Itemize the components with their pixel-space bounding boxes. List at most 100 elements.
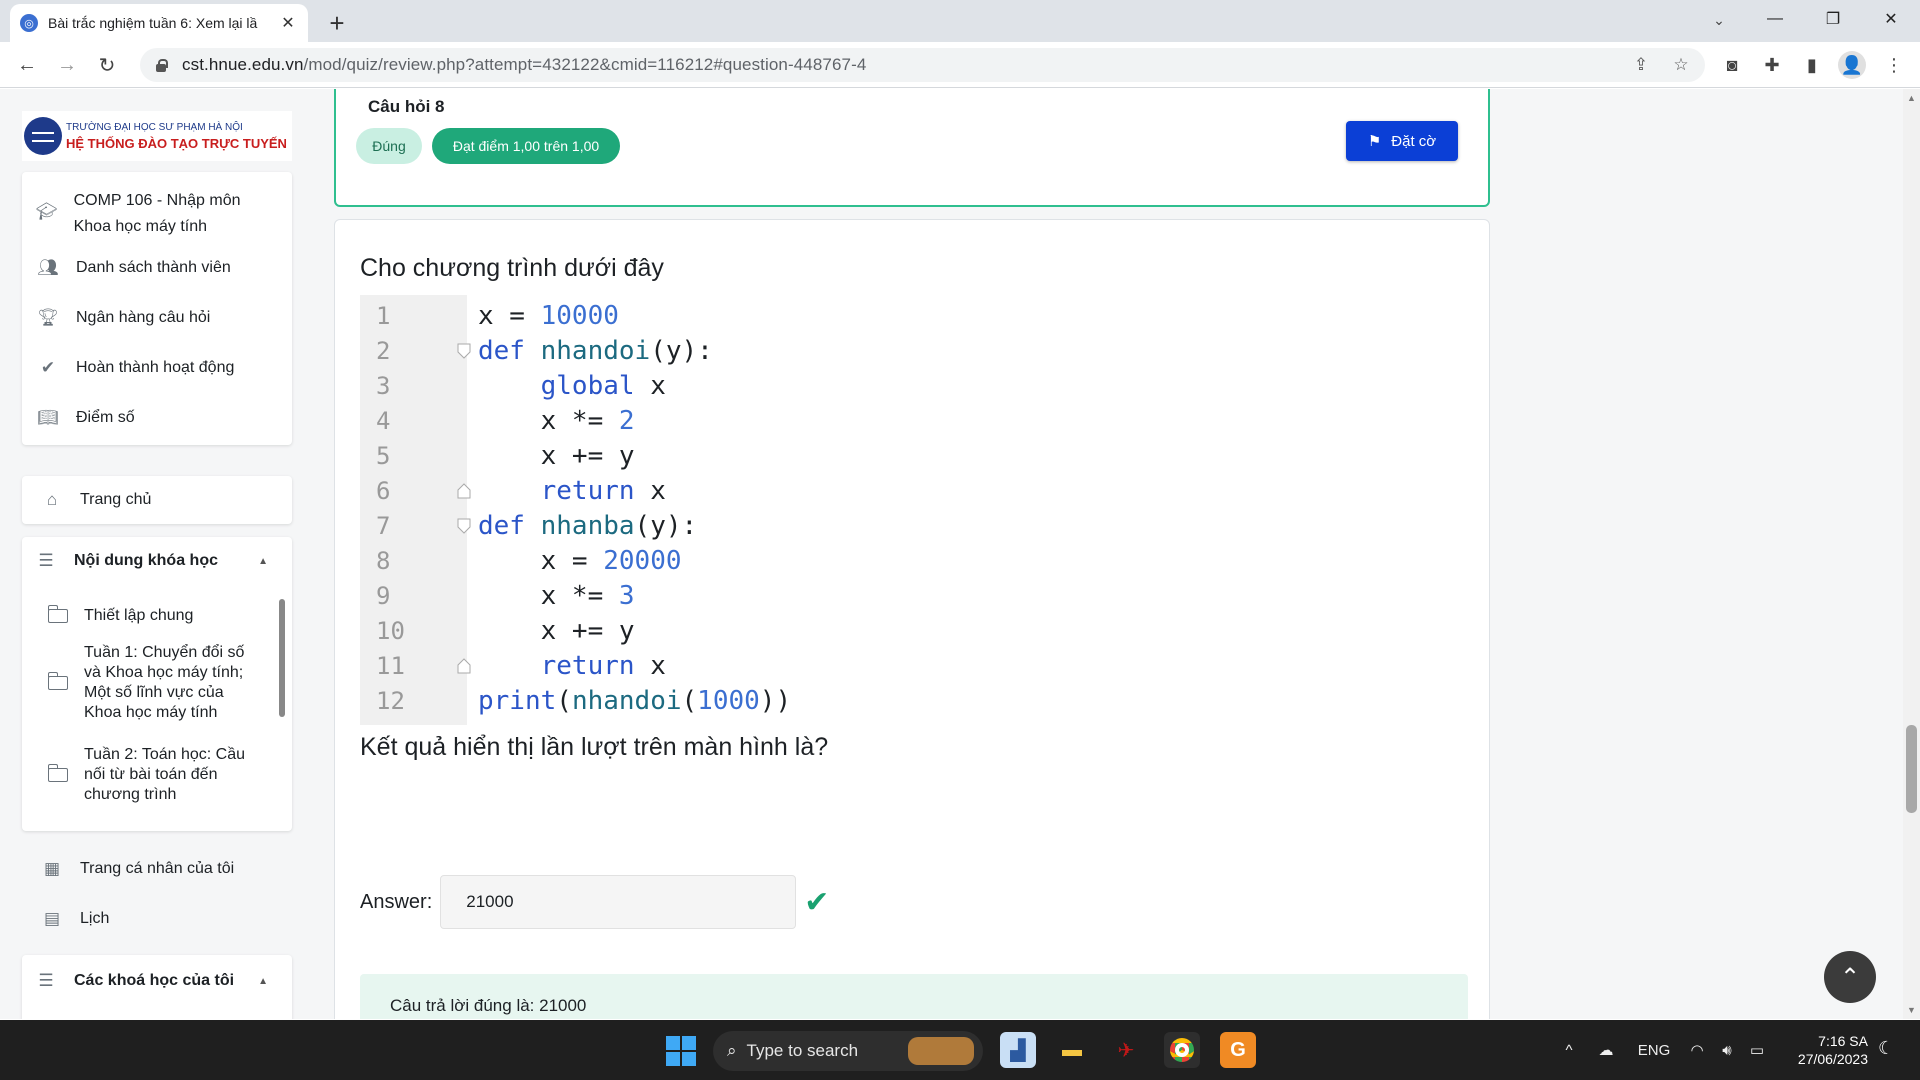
page-scrollbar[interactable]: ▲ ▼ (1903, 89, 1920, 1019)
home-card: ⌂ Trang chủ (22, 476, 292, 524)
scrollbar-thumb[interactable] (1906, 725, 1917, 813)
question-intro: Cho chương trình dưới đây (360, 254, 664, 282)
back-icon[interactable]: ← (12, 50, 42, 80)
my-courses-toggle[interactable]: ☰ Các khoá học của tôi ▲ (34, 971, 290, 991)
url-path: /mod/quiz/review.php?attempt=432122&cmid… (303, 55, 867, 74)
fold-open-icon[interactable] (457, 518, 471, 534)
windows-start-icon[interactable] (666, 1036, 696, 1066)
notifications-icon[interactable]: ☾ (1878, 1038, 1894, 1059)
correct-check-icon: ✔ (804, 885, 830, 919)
taskbar-search[interactable]: ⌕ Type to search (713, 1031, 983, 1071)
system-tray: ^ ☁ ENG ◠ 🔊︎ ▭ (1552, 1020, 1772, 1080)
trophy-icon: 🏆︎ (37, 308, 59, 327)
university-seal-icon (24, 117, 62, 155)
status-badge: Đúng (356, 128, 422, 164)
close-window-button[interactable]: ✕ (1862, 0, 1920, 38)
code-text: print(nhandoi(1000)) (478, 686, 792, 716)
forward-icon[interactable]: → (52, 50, 82, 80)
fold-end-icon (457, 483, 471, 499)
flag-question-label: Đặt cờ (1391, 132, 1437, 150)
tab-search-chevron-icon[interactable]: ⌄ (1700, 6, 1738, 34)
my-courses-card: ☰ Các khoá học của tôi ▲ (22, 955, 292, 1019)
tray-chevron-icon[interactable]: ^ (1552, 1042, 1586, 1059)
flag-icon: ⚑ (1367, 133, 1382, 150)
right-answer-feedback: Câu trả lời đúng là: 21000 (360, 974, 1468, 1019)
wifi-icon[interactable]: ◠ (1682, 1041, 1712, 1059)
nav-completion[interactable]: ✔ Hoàn thành hoạt động (36, 358, 234, 378)
section-week-1[interactable]: Tuần 1: Chuyển đổi số và Khoa học máy tí… (47, 643, 268, 723)
taskbar-search-placeholder: Type to search (746, 1041, 859, 1060)
windows-taskbar: ⌕ Type to search ▟ ▬ ✈ G ^ ☁ ENG ◠ 🔊︎ ▭ … (0, 1020, 1920, 1080)
chrome-icon[interactable] (1164, 1032, 1200, 1068)
caret-up-icon: ▲ (258, 975, 268, 987)
fold-open-icon[interactable] (457, 343, 471, 359)
extensions-puzzle-icon[interactable]: ✚ (1758, 51, 1786, 79)
question-info-card: Câu hỏi 8 Đúng Đạt điểm 1,00 trên 1,00 ⚑… (334, 89, 1490, 207)
fold-end-icon (457, 658, 471, 674)
clock[interactable]: 7:16 SA 27/06/2023 (1780, 1032, 1868, 1068)
section-general[interactable]: Thiết lập chung (47, 605, 193, 625)
file-explorer-icon[interactable]: ▬ (1054, 1032, 1090, 1068)
nav-home[interactable]: ⌂ Trang chủ (40, 490, 152, 510)
answer-field[interactable]: 21000 (440, 875, 797, 929)
minimize-button[interactable]: — (1746, 0, 1804, 38)
nav-question-bank[interactable]: 🏆︎ Ngân hàng câu hỏi (36, 308, 210, 328)
course-content-card: ☰ Nội dung khóa học ▲ Thiết lập chung Tu… (22, 537, 292, 831)
screenshot-camera-icon[interactable]: ◙ (1718, 51, 1746, 79)
nav-participants-label: Danh sách thành viên (76, 259, 231, 276)
logo-system-name: HỆ THỐNG ĐÀO TẠO TRỰC TUYẾN (66, 135, 287, 151)
nav-calendar[interactable]: ▤ Lịch (40, 909, 109, 929)
flag-question-button[interactable]: ⚑ Đặt cờ (1346, 121, 1458, 161)
scroll-down-arrow-icon[interactable]: ▼ (1907, 1005, 1916, 1015)
book-icon: 📖︎ (37, 408, 59, 427)
close-tab-icon[interactable]: ✕ (278, 13, 298, 33)
onedrive-icon[interactable]: ☁ (1586, 1041, 1626, 1059)
section-week-1-label: Tuần 1: Chuyển đổi số và Khoa học máy tí… (84, 644, 245, 721)
answer-label: Answer: (360, 890, 433, 913)
share-icon[interactable]: ⇪ (1630, 54, 1652, 76)
section-week-2[interactable]: Tuần 2: Toán học: Cầu nối từ bài toán đế… (47, 745, 268, 805)
nav-course-home[interactable]: 🎓︎ COMP 106 - Nhập môn Khoa học máy tính (36, 188, 276, 240)
back-to-top-button[interactable]: ⌃ (1824, 951, 1876, 1003)
browser-tab[interactable]: ◎ Bài trắc nghiệm tuần 6: Xem lại lầ ✕ (10, 4, 308, 42)
users-icon: 👥︎ (37, 258, 59, 277)
dashboard-icon: ▦ (43, 859, 61, 878)
left-drawer: TRƯỜNG ĐẠI HỌC SƯ PHẠM HÀ NỘI HỆ THỐNG Đ… (0, 89, 313, 1019)
nav-dashboard-label: Trang cá nhân của tôi (80, 860, 235, 877)
restore-button[interactable]: ❐ (1804, 0, 1862, 38)
profile-avatar-icon[interactable]: 👤 (1838, 51, 1866, 79)
address-bar[interactable]: cst.hnue.edu.vn/mod/quiz/review.php?atte… (140, 48, 1705, 82)
folder-icon (47, 672, 68, 690)
site-logo[interactable]: TRƯỜNG ĐẠI HỌC SƯ PHẠM HÀ NỘI HỆ THỐNG Đ… (22, 111, 292, 161)
nav-participants[interactable]: 👥︎ Danh sách thành viên (36, 258, 231, 278)
logo-university-name: TRƯỜNG ĐẠI HỌC SƯ PHẠM HÀ NỘI (66, 121, 243, 133)
course-nav-card: 🎓︎ COMP 106 - Nhập môn Khoa học máy tính… (22, 172, 292, 445)
folder-icon (47, 764, 68, 782)
scroll-up-arrow-icon[interactable]: ▲ (1907, 93, 1916, 103)
course-content-toggle[interactable]: ☰ Nội dung khóa học ▲ (34, 551, 290, 571)
code-block: 1x = 10000 2 def nhandoi(y): 3 global x4 x … (360, 295, 960, 725)
battery-icon[interactable]: ▭ (1742, 1041, 1772, 1059)
nav-grades[interactable]: 📖︎ Điểm số (36, 408, 134, 428)
answer-row: Answer: 21000 ✔ (360, 875, 829, 929)
reload-icon[interactable]: ↻ (92, 50, 122, 80)
nav-question-bank-label: Ngân hàng câu hỏi (76, 309, 211, 326)
search-highlight-image-icon (908, 1037, 975, 1065)
browser-tabbar: ◎ Bài trắc nghiệm tuần 6: Xem lại lầ ✕ +… (0, 0, 1920, 42)
volume-icon[interactable]: 🔊︎ (1712, 1042, 1742, 1059)
nav-home-label: Trang chủ (80, 491, 152, 508)
new-tab-button[interactable]: + (322, 8, 352, 38)
nav-dashboard[interactable]: ▦ Trang cá nhân của tôi (40, 859, 234, 879)
language-indicator[interactable]: ENG (1626, 1042, 1682, 1059)
clock-date: 27/06/2023 (1797, 1051, 1868, 1067)
course-content-scrollbar[interactable] (279, 599, 285, 717)
grade-badge: Đạt điểm 1,00 trên 1,00 (432, 128, 620, 164)
browser-menu-icon[interactable]: ⋮ (1880, 51, 1908, 79)
section-week-2-label: Tuần 2: Toán học: Cầu nối từ bài toán đế… (84, 746, 245, 803)
pdf-app-icon[interactable]: G (1220, 1032, 1256, 1068)
side-panel-icon[interactable]: ▮ (1798, 51, 1826, 79)
photos-app-icon[interactable]: ▟ (1000, 1032, 1036, 1068)
question-content-card: Cho chương trình dưới đây 1x = 10000 2 def… (334, 219, 1490, 1019)
app-icon[interactable]: ✈ (1108, 1032, 1144, 1068)
bookmark-star-icon[interactable]: ☆ (1670, 54, 1692, 76)
